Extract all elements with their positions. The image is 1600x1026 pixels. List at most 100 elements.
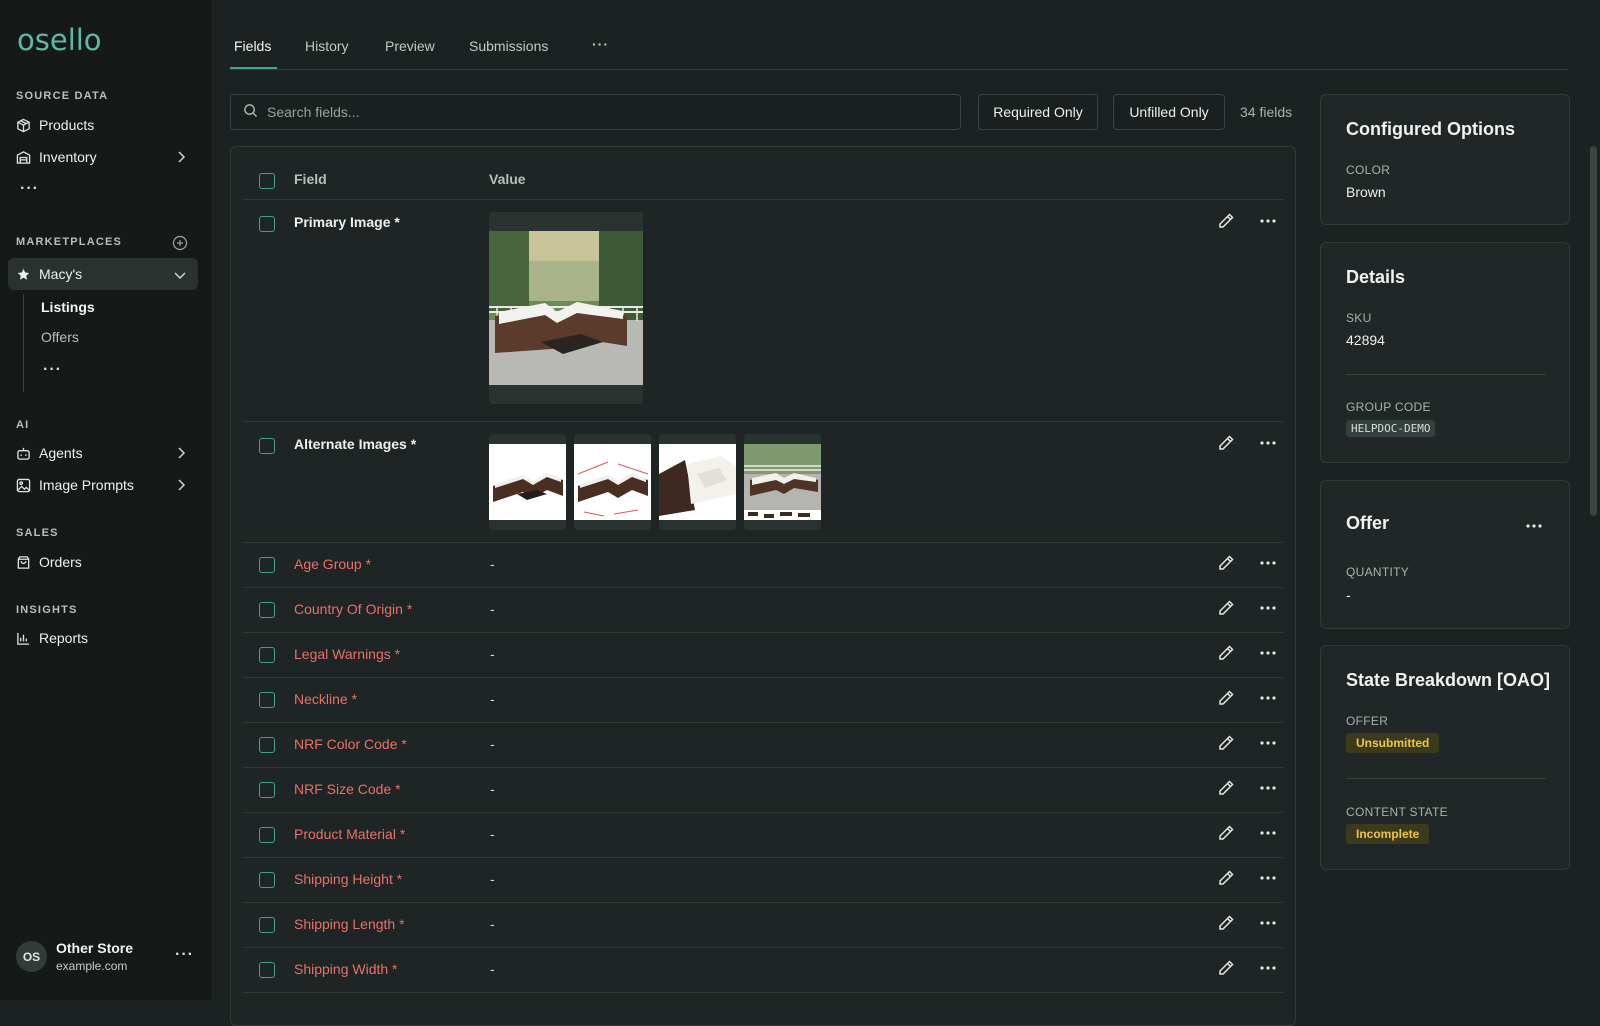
row-checkbox[interactable] <box>259 647 275 663</box>
table-row[interactable]: Shipping Length * - <box>243 903 1283 948</box>
marketplace-selector-macys[interactable]: Macy's <box>8 258 198 290</box>
edit-pencil-icon[interactable] <box>1217 599 1235 617</box>
edit-pencil-icon[interactable] <box>1217 914 1235 932</box>
add-marketplace-icon[interactable] <box>172 235 188 254</box>
edit-pencil-icon[interactable] <box>1217 689 1235 707</box>
page-scrollbar[interactable] <box>1590 146 1597 516</box>
row-checkbox[interactable] <box>259 917 275 933</box>
tab-submissions[interactable]: Submissions <box>469 38 548 54</box>
field-value: - <box>490 601 495 617</box>
row-checkbox[interactable] <box>259 557 275 573</box>
sidebar-item-agents[interactable]: Agents <box>8 438 198 468</box>
edit-pencil-icon[interactable] <box>1217 824 1235 842</box>
table-row-alternate-images[interactable]: Alternate Images * <box>243 422 1283 543</box>
row-more-icon[interactable] <box>1258 212 1278 230</box>
row-more-icon[interactable] <box>1258 914 1278 932</box>
table-row[interactable]: NRF Size Code * - <box>243 768 1283 813</box>
table-row[interactable]: Country Of Origin * - <box>243 588 1283 633</box>
row-checkbox[interactable] <box>259 737 275 753</box>
field-value: - <box>490 916 495 932</box>
row-checkbox[interactable] <box>259 216 275 232</box>
alternate-image-thumbnail[interactable] <box>489 434 566 530</box>
box-icon <box>16 118 31 133</box>
field-value: - <box>490 646 495 662</box>
primary-image-thumbnail[interactable] <box>489 212 643 404</box>
row-more-icon[interactable] <box>1258 734 1278 752</box>
sidebar-item-label: Reports <box>39 630 89 646</box>
table-row[interactable]: Shipping Height * - <box>243 858 1283 903</box>
edit-pencil-icon[interactable] <box>1217 734 1235 752</box>
alternate-image-thumbnail[interactable] <box>744 434 821 530</box>
search-field[interactable] <box>230 94 961 130</box>
shopping-bag-icon <box>16 555 31 570</box>
offer-card: Offer QUANTITY - <box>1320 480 1570 629</box>
table-row[interactable]: Age Group * - <box>243 543 1283 588</box>
edit-pencil-icon[interactable] <box>1217 644 1235 662</box>
row-checkbox[interactable] <box>259 782 275 798</box>
row-more-icon[interactable] <box>1258 644 1278 662</box>
edit-pencil-icon[interactable] <box>1217 959 1235 977</box>
edit-pencil-icon[interactable] <box>1217 869 1235 887</box>
edit-pencil-icon[interactable] <box>1217 779 1235 797</box>
edit-pencil-icon[interactable] <box>1217 434 1235 452</box>
row-more-icon[interactable] <box>1258 554 1278 572</box>
alternate-image-thumbnail[interactable] <box>574 434 651 530</box>
table-row[interactable]: Product Material * - <box>243 813 1283 858</box>
sidebar-item-orders[interactable]: Orders <box>8 547 198 577</box>
tab-more[interactable]: ··· <box>592 36 609 52</box>
group-code-label: GROUP CODE <box>1346 400 1431 414</box>
row-checkbox[interactable] <box>259 962 275 978</box>
table-row[interactable]: Shipping Width * - <box>243 948 1283 993</box>
row-checkbox[interactable] <box>259 872 275 888</box>
marketplace-more-button[interactable]: ··· <box>43 361 62 379</box>
row-checkbox[interactable] <box>259 692 275 708</box>
search-input[interactable] <box>267 104 917 120</box>
table-row[interactable]: Neckline * - <box>243 678 1283 723</box>
table-row-primary-image[interactable]: Primary Image * <box>243 200 1283 422</box>
sidebar-item-image-prompts[interactable]: Image Prompts <box>8 470 198 500</box>
user-more-button[interactable]: ··· <box>175 946 194 964</box>
row-more-icon[interactable] <box>1258 869 1278 887</box>
row-checkbox[interactable] <box>259 602 275 618</box>
edit-pencil-icon[interactable] <box>1217 554 1235 572</box>
chevron-right-icon <box>176 478 186 494</box>
select-all-checkbox[interactable] <box>259 173 275 189</box>
row-checkbox[interactable] <box>259 827 275 843</box>
field-value: - <box>490 781 495 797</box>
table-row[interactable]: NRF Color Code * - <box>243 723 1283 768</box>
color-label: COLOR <box>1346 163 1391 177</box>
field-name: Alternate Images * <box>294 436 417 452</box>
edit-pencil-icon[interactable] <box>1217 212 1235 230</box>
field-name: NRF Size Code * <box>294 781 401 797</box>
row-more-icon[interactable] <box>1258 779 1278 797</box>
tab-fields[interactable]: Fields <box>234 38 271 54</box>
field-value: - <box>490 826 495 842</box>
field-name: Age Group * <box>294 556 372 572</box>
tab-preview[interactable]: Preview <box>385 38 435 54</box>
sidebar-item-inventory[interactable]: Inventory <box>8 142 198 172</box>
alternate-image-thumbnail[interactable] <box>659 434 736 530</box>
row-more-icon[interactable] <box>1258 434 1278 452</box>
offer-more-icon[interactable] <box>1526 515 1542 531</box>
row-more-icon[interactable] <box>1258 599 1278 617</box>
table-row[interactable]: Legal Warnings * - <box>243 633 1283 678</box>
brand-logo[interactable]: osello <box>17 24 113 58</box>
section-sales: SALES <box>16 527 59 539</box>
sidebar-item-reports[interactable]: Reports <box>8 623 198 653</box>
row-more-icon[interactable] <box>1258 824 1278 842</box>
required-only-button[interactable]: Required Only <box>978 94 1098 130</box>
offer-state-label: OFFER <box>1346 714 1389 728</box>
sidebar-item-offers[interactable]: Offers <box>41 329 79 345</box>
sidebar-item-label: Orders <box>39 554 82 570</box>
user-account[interactable]: OS Other Store example.com <box>16 940 133 973</box>
sidebar-item-listings[interactable]: Listings <box>41 299 95 315</box>
row-more-icon[interactable] <box>1258 689 1278 707</box>
tab-history[interactable]: History <box>305 38 349 54</box>
row-checkbox[interactable] <box>259 438 275 454</box>
unfilled-only-button[interactable]: Unfilled Only <box>1113 94 1225 130</box>
divider <box>1346 374 1546 375</box>
sidebar-item-products[interactable]: Products <box>8 110 198 140</box>
field-name: Neckline * <box>294 691 358 707</box>
row-more-icon[interactable] <box>1258 959 1278 977</box>
source-data-more-button[interactable]: ··· <box>20 180 39 198</box>
